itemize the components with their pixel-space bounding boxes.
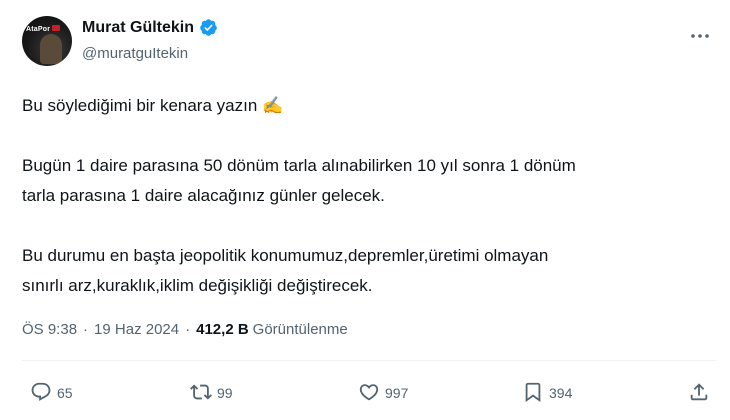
avatar-text: AtaPor <box>26 26 51 33</box>
avatar-flag <box>52 25 60 31</box>
views-label: Görüntülenme <box>252 321 348 338</box>
reply-icon <box>30 381 52 406</box>
more-options-icon[interactable] <box>688 24 712 48</box>
meta-separator: · <box>83 321 89 338</box>
tweet-line: tarla parasına 1 daire alacağınız günler… <box>22 186 385 205</box>
author-handle[interactable]: @muratguItekin <box>82 45 188 62</box>
reply-button[interactable]: 65 <box>30 373 73 413</box>
retweet-icon <box>190 381 212 406</box>
tweet-time[interactable]: ÖS 9:38 <box>22 321 77 338</box>
like-button[interactable]: 997 <box>358 373 408 413</box>
like-icon <box>358 381 380 406</box>
tweet-line: Bu durumu en başta jeopolitik konumumuz,… <box>22 246 549 265</box>
tweet-text: Bu söylediğimi bir kenara yazın ✍️ Bugün… <box>22 91 712 301</box>
bookmark-count: 394 <box>549 385 573 401</box>
tweet-line: sınırlı arz,kuraklık,iklim değişikliği d… <box>22 276 373 295</box>
bookmark-icon <box>522 381 544 406</box>
tweet-line: Bugün 1 daire parasına 50 dönüm tarla al… <box>22 156 576 175</box>
action-bar: 65 99 997 394 <box>0 373 730 413</box>
retweet-count: 99 <box>217 385 233 401</box>
share-icon <box>688 381 710 406</box>
tweet-date[interactable]: 19 Haz 2024 <box>94 321 179 338</box>
tweet-card: AtaPor Murat Gültekin @muratguItekin Bu … <box>0 0 730 420</box>
avatar-figure <box>40 34 62 64</box>
avatar[interactable]: AtaPor <box>22 16 72 66</box>
meta-separator: · <box>185 321 191 338</box>
reply-count: 65 <box>57 385 73 401</box>
divider <box>22 360 716 361</box>
tweet-meta: ÖS 9:38 · 19 Haz 2024 · 412,2 B Görüntül… <box>22 321 348 338</box>
verified-badge-icon[interactable] <box>199 18 218 37</box>
author-display-name[interactable]: Murat Gültekin <box>82 19 194 37</box>
retweet-button[interactable]: 99 <box>190 373 233 413</box>
share-button[interactable] <box>688 373 710 413</box>
bookmark-button[interactable]: 394 <box>522 373 572 413</box>
views-count: 412,2 B <box>196 321 249 338</box>
author-name-row: Murat Gültekin <box>82 18 218 37</box>
like-count: 997 <box>385 385 409 401</box>
tweet-line: Bu söylediğimi bir kenara yazın ✍️ <box>22 96 284 115</box>
